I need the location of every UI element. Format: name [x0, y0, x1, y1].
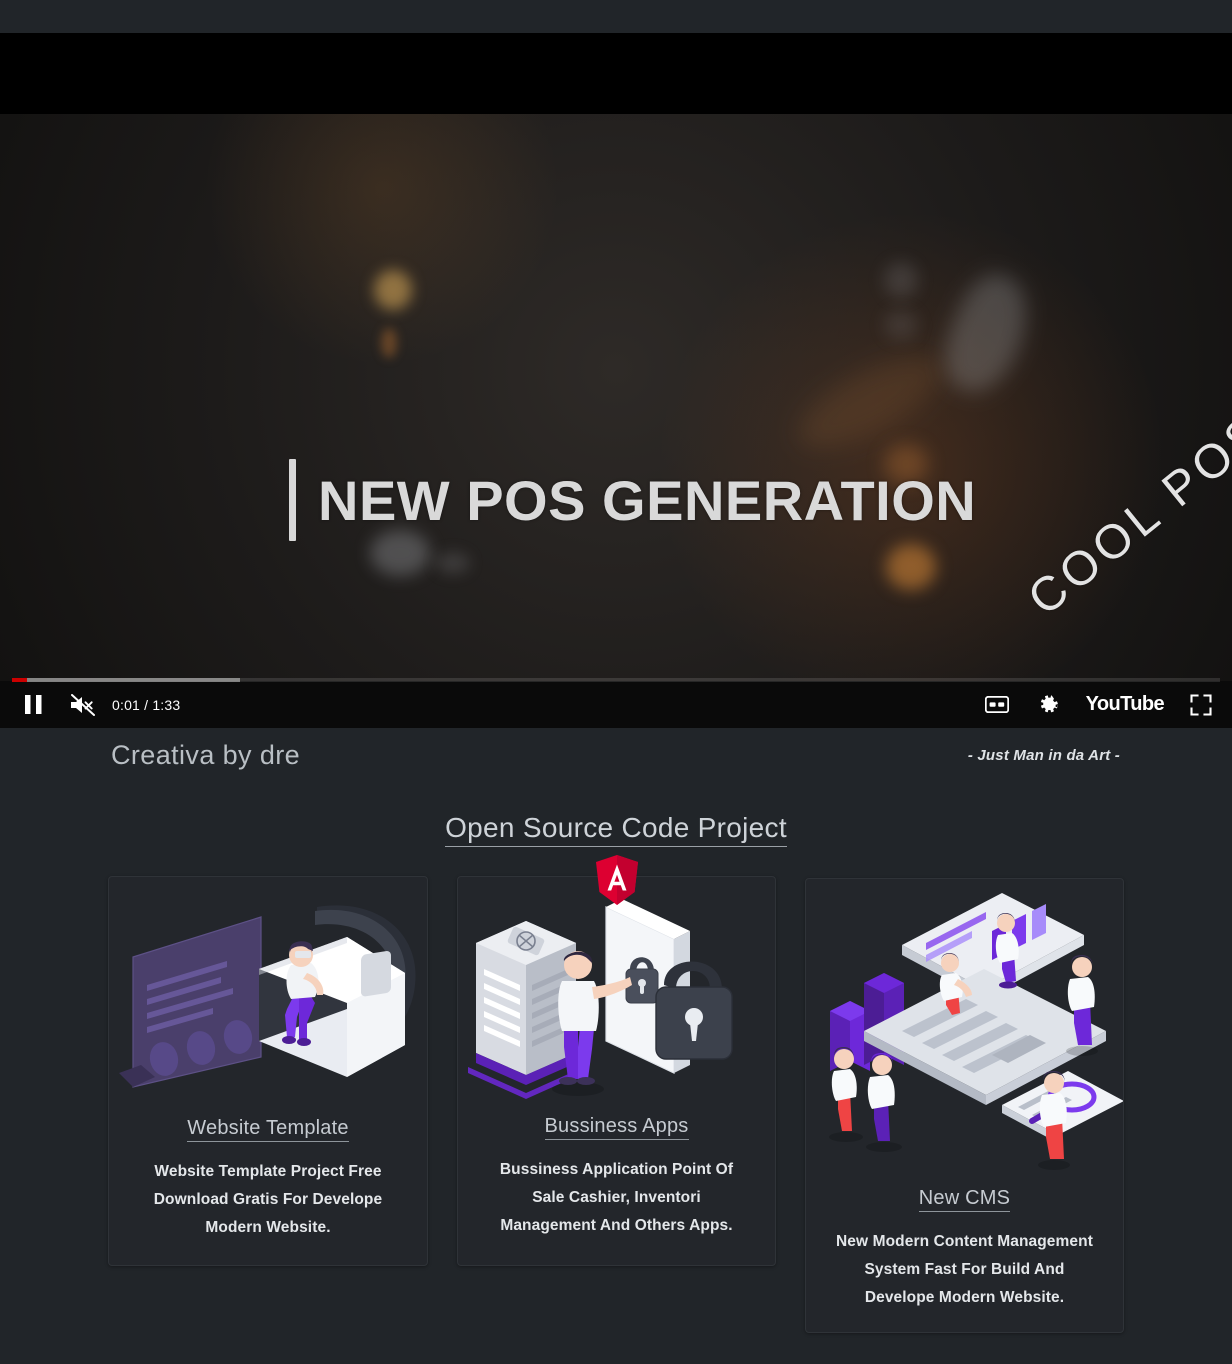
card-bussiness-apps[interactable]: Bussiness Apps Bussiness Application Poi…: [457, 876, 776, 1266]
card-title-text: Bussiness Apps: [544, 1115, 689, 1140]
section-heading-text: Open Source Code Project: [445, 812, 787, 847]
site-header: Creativa by dre - Just Man in da Art -: [0, 728, 1232, 792]
site-tagline: - Just Man in da Art -: [967, 747, 1120, 764]
card-title-text: Website Template: [187, 1117, 349, 1142]
volume-muted-icon[interactable]: [68, 690, 98, 720]
card-new-cms[interactable]: New CMS New Modern Content Management Sy…: [805, 878, 1124, 1333]
vr-headset-illustration: [109, 877, 427, 1117]
corner-watermark-text: COOL POS: [1018, 402, 1232, 626]
video-title-overlay: NEW POS GENERATION: [289, 459, 976, 541]
card-description-website-template: Website Template Project Free Download G…: [153, 1163, 383, 1236]
card-description-new-cms: New Modern Content Management System Fas…: [836, 1233, 1093, 1306]
gear-icon[interactable]: [1034, 690, 1064, 720]
card-title-website-template[interactable]: Website Template: [109, 1117, 427, 1142]
bokeh-light: [884, 262, 918, 298]
player-control-bar[interactable]: 0:01 / 1:33 YouTube: [0, 678, 1232, 728]
bokeh-light: [785, 337, 955, 467]
bokeh-light: [436, 552, 470, 574]
laptop-dashboard-illustration: [806, 879, 1123, 1187]
brand-title: Creativa by dre: [111, 740, 301, 770]
card-title-new-cms[interactable]: New CMS: [806, 1187, 1123, 1212]
bokeh-light: [884, 310, 918, 340]
video-title-text: NEW POS GENERATION: [318, 468, 977, 532]
mobile-security-illustration: [458, 877, 775, 1115]
card-website-template[interactable]: Website Template Website Template Projec…: [108, 876, 428, 1266]
bokeh-light: [381, 328, 397, 358]
angular-logo-icon: [595, 855, 639, 905]
card-description-bussiness-apps: Bussiness Application Point Of Sale Cash…: [499, 1161, 734, 1234]
page-top-strip: [0, 0, 1232, 33]
player-controls-left: 0:01 / 1:33: [18, 681, 180, 728]
video-stage[interactable]: NEW POS GENERATION COOL POS: [0, 114, 1232, 681]
video-player[interactable]: NEW POS GENERATION COOL POS 0:01 / 1:33 …: [0, 33, 1232, 728]
bokeh-light: [886, 544, 936, 590]
fullscreen-icon[interactable]: [1186, 690, 1216, 720]
bokeh-light: [374, 270, 412, 310]
section-heading: Open Source Code Project: [0, 812, 1232, 847]
closed-captions-icon[interactable]: [982, 690, 1012, 720]
player-controls-right: YouTube: [982, 681, 1216, 728]
time-display: 0:01 / 1:33: [112, 696, 181, 713]
bokeh-light: [930, 264, 1044, 404]
pause-button[interactable]: [18, 690, 48, 720]
youtube-wordmark[interactable]: YouTube: [1086, 693, 1165, 716]
card-title-bussiness-apps[interactable]: Bussiness Apps: [458, 1115, 775, 1140]
card-title-text: New CMS: [918, 1187, 1011, 1212]
title-accent-bar: [289, 459, 296, 541]
